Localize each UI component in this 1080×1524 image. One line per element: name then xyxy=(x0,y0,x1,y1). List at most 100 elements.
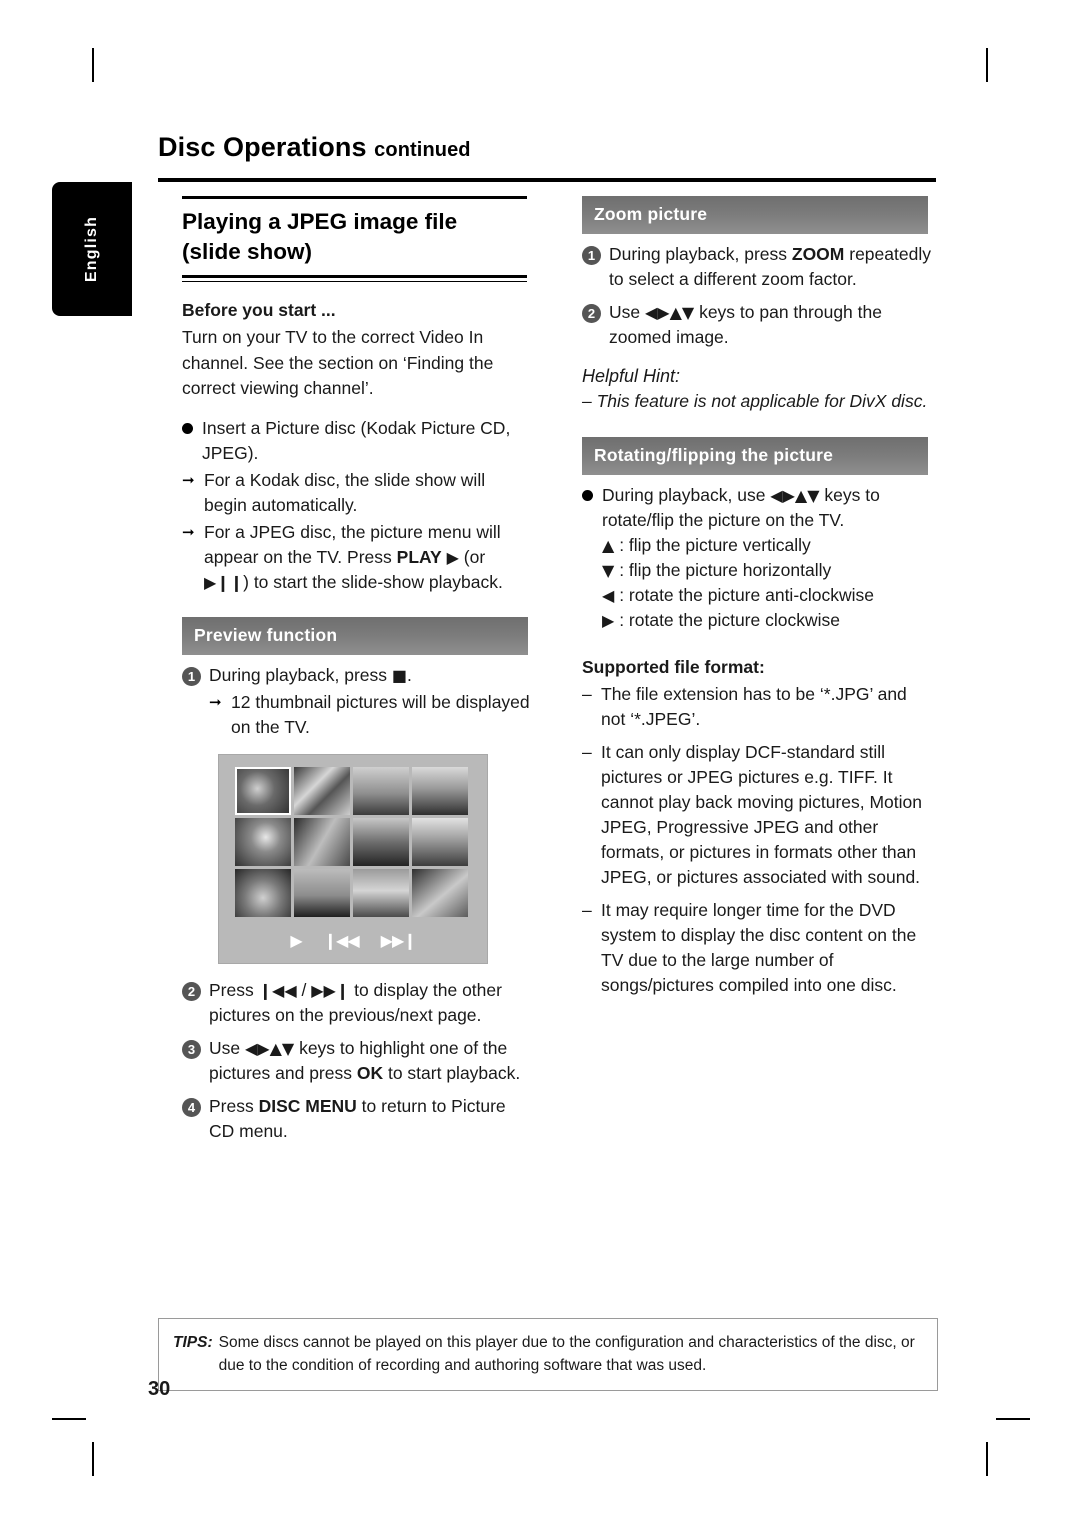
key-left-row: ◀ : rotate the picture anti-clockwise xyxy=(602,583,932,608)
helpful-hint-body: – This feature is not applicable for Div… xyxy=(582,391,928,411)
right-arrow-icon: ▶ xyxy=(602,610,615,630)
preview-step-1-arrow-text: 12 thumbnail pictures will be displayed … xyxy=(231,691,530,737)
tips-label: TIPS: xyxy=(173,1334,213,1351)
language-tab-label: English xyxy=(83,215,100,283)
chapter-name: Disc Operations xyxy=(158,132,375,162)
tv-thumbnail-illustration: ▶ ❙◀◀ ▶▶❙ xyxy=(218,753,488,964)
tips-body: Some discs cannot be played on this play… xyxy=(218,1334,915,1374)
preview-step-3-text-a: Use xyxy=(209,1037,245,1058)
thumbnail-cell xyxy=(294,817,350,866)
thumbnail-grid xyxy=(235,766,471,917)
format-item-3-text: It may require longer time for the DVD s… xyxy=(601,899,917,995)
left-arrow-icon: ◀ xyxy=(602,585,615,605)
preview-step-4: 4 Press DISC MENU to return to Picture C… xyxy=(182,1094,532,1144)
crop-mark-top-right xyxy=(986,48,988,82)
jpeg-arrow-text: For a JPEG disc, the picture menu will a… xyxy=(204,520,532,595)
crop-mark-top-left xyxy=(92,48,94,82)
preview-step-3-text: Use ◀▶▲▼ keys to highlight one of the pi… xyxy=(209,1036,532,1086)
section-rule-top xyxy=(182,196,527,199)
language-tab: English xyxy=(52,182,132,316)
thumbnail-cell xyxy=(353,817,409,866)
next-icon: ▶▶❙ xyxy=(311,980,350,1000)
insert-disc-text: Insert a Picture disc (Kodak Picture CD,… xyxy=(202,417,511,463)
chapter-continued: continued xyxy=(374,139,471,161)
thumbnail-cell xyxy=(412,817,468,866)
before-you-start-body: Turn on your TV to the correct Video In … xyxy=(182,327,494,398)
zoom-picture-band: Zoom picture xyxy=(582,196,928,234)
zoom-step-2: 2 Use ◀▶▲▼ keys to pan through the zoome… xyxy=(582,300,932,350)
preview-step-4-text: Press DISC MENU to return to Picture CD … xyxy=(209,1094,532,1144)
jpeg-arrow-item: ➞ For a JPEG disc, the picture menu will… xyxy=(182,520,532,595)
tips-box: TIPS: Some discs cannot be played on thi… xyxy=(158,1318,938,1391)
section-title: Playing a JPEG image file (slide show) xyxy=(182,201,532,267)
format-item-1-text: The file extension has to be ‘*.JPG’ and… xyxy=(601,683,907,729)
disc-menu-key-label: DISC MENU xyxy=(258,1095,357,1116)
play-pause-icon: ▶❙❙ xyxy=(204,572,244,592)
step-number-2: 2 xyxy=(582,304,601,323)
preview-step-1-text-a: During playback, press xyxy=(209,664,392,685)
navigation-keys-icon: ◀▶▲▼ xyxy=(644,303,695,322)
preview-step-1-text: During playback, press ■. xyxy=(209,663,532,688)
thumbnail-cell xyxy=(294,868,350,917)
play-key-label: PLAY xyxy=(396,546,442,567)
zoom-step-1-text: During playback, press ZOOM repeatedly t… xyxy=(609,242,932,292)
format-item-1: – The file extension has to be ‘*.JPG’ a… xyxy=(582,682,932,732)
key-left-desc: : rotate the picture anti-clockwise xyxy=(619,584,875,605)
preview-step-1-text-b: . xyxy=(407,664,412,685)
preview-function-band: Preview function xyxy=(182,616,528,655)
bullet-dot-icon xyxy=(182,422,193,434)
navigation-keys-icon: ◀▶▲▼ xyxy=(770,485,820,505)
step-number-4: 4 xyxy=(182,1097,201,1117)
rotate-key-list: ▲ : flip the picture vertically ▼ : flip… xyxy=(602,533,932,633)
kodak-arrow-item: ➞ For a Kodak disc, the slide show will … xyxy=(182,468,532,518)
thumbnail-cell xyxy=(412,868,468,917)
section-title-line1: Playing a JPEG image file xyxy=(182,209,458,234)
zoom-step-2-text-a: Use xyxy=(609,302,645,322)
thumbnail-cell xyxy=(235,868,291,917)
page-number: 30 xyxy=(148,1378,171,1400)
key-right-desc: : rotate the picture clockwise xyxy=(619,609,840,630)
left-column: Playing a JPEG image file (slide show) B… xyxy=(182,196,532,1144)
step-number-1: 1 xyxy=(182,666,201,686)
step-number-1: 1 xyxy=(582,246,601,265)
format-item-2: – It can only display DCF-standard still… xyxy=(582,740,932,890)
rotate-bullet: During playback, use ◀▶▲▼ keys to rotate… xyxy=(582,483,932,533)
dash-icon: – xyxy=(582,741,592,762)
arrow-right-icon: ➞ xyxy=(182,470,195,489)
thumbnail-cell xyxy=(353,766,409,815)
arrow-right-icon: ➞ xyxy=(209,692,222,711)
preview-step-3: 3 Use ◀▶▲▼ keys to highlight one of the … xyxy=(182,1036,532,1086)
step-number-3: 3 xyxy=(182,1039,201,1059)
format-item-2-text: It can only display DCF-standard still p… xyxy=(601,741,922,887)
insert-disc-bullet: Insert a Picture disc (Kodak Picture CD,… xyxy=(182,416,532,466)
preview-step-1: 1 During playback, press ■. xyxy=(182,663,532,688)
preview-step-2-text-a: Press xyxy=(209,979,259,1000)
key-up-desc: : flip the picture vertically xyxy=(619,534,811,555)
up-arrow-icon: ▲ xyxy=(602,535,615,555)
stop-icon: ■ xyxy=(391,665,407,685)
zoom-key-label: ZOOM xyxy=(791,244,845,264)
preview-step-2-sep: / xyxy=(296,979,312,1000)
zoom-step-1-text-a: During playback, press xyxy=(609,244,792,264)
thumbnail-cell xyxy=(235,817,291,866)
manual-page: Disc Operations continued English Playin… xyxy=(0,0,1080,1524)
supported-format-heading: Supported file format: xyxy=(582,656,765,677)
tv-control-icons: ▶ ❙◀◀ ▶▶❙ xyxy=(290,929,416,954)
previous-icon: ❙◀◀ xyxy=(323,932,360,950)
arrow-right-icon: ➞ xyxy=(182,522,195,541)
key-up-row: ▲ : flip the picture vertically xyxy=(602,533,932,558)
format-item-3: – It may require longer time for the DVD… xyxy=(582,898,932,998)
key-right-row: ▶ : rotate the picture clockwise xyxy=(602,608,932,633)
down-arrow-icon: ▼ xyxy=(602,560,615,580)
page-title: Disc Operations continued xyxy=(158,132,471,163)
thumbnail-cell xyxy=(412,766,468,815)
crop-mark-bottom-left xyxy=(92,1442,94,1476)
section-title-line2: (slide show) xyxy=(182,239,313,264)
kodak-arrow-text: For a Kodak disc, the slide show will be… xyxy=(204,469,486,515)
thumbnail-cell xyxy=(294,766,350,815)
dash-icon: – xyxy=(582,899,592,920)
helpful-hint-heading: Helpful Hint: xyxy=(582,366,681,386)
previous-icon: ❙◀◀ xyxy=(258,980,297,1000)
before-you-start-heading: Before you start ... xyxy=(182,300,336,320)
preview-step-1-arrow: ➞ 12 thumbnail pictures will be displaye… xyxy=(209,690,532,740)
